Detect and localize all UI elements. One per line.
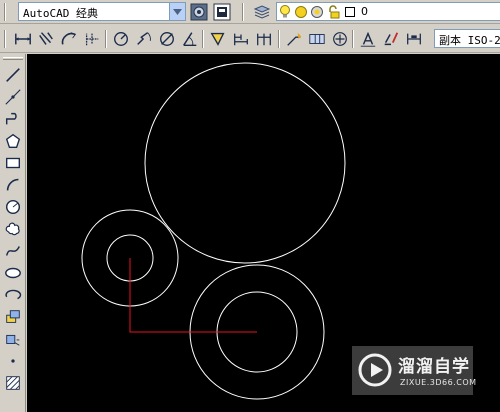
- revision-cloud-icon[interactable]: [3, 219, 23, 239]
- workspaces-toolbar: AutoCAD 经典 0: [0, 0, 500, 24]
- circle-icon[interactable]: [3, 197, 23, 217]
- arc-icon[interactable]: [3, 175, 23, 195]
- watermark-logo: 溜溜自学 ZIXUE.3D66.COM: [352, 346, 476, 395]
- polyline-icon[interactable]: [3, 109, 23, 129]
- rectangle-icon[interactable]: [3, 153, 23, 173]
- large-circle[interactable]: [144, 62, 346, 264]
- polygon-icon[interactable]: [3, 131, 23, 151]
- dimension-toolbar: 副本 ISO-25: [0, 25, 500, 53]
- radius-dim-icon[interactable]: [110, 28, 131, 49]
- dimedit-icon[interactable]: [357, 28, 378, 49]
- lock-open-icon[interactable]: [327, 5, 341, 22]
- ordinate-dim-icon[interactable]: [81, 28, 102, 49]
- tolerance-icon[interactable]: [306, 28, 327, 49]
- insert-block-icon[interactable]: [3, 307, 23, 327]
- dropdown-arrow-icon[interactable]: [169, 3, 185, 20]
- make-block-icon[interactable]: [3, 329, 23, 349]
- quick-leader-icon[interactable]: [283, 28, 304, 49]
- baseline-dim-icon[interactable]: [230, 28, 251, 49]
- draw-toolbar: [0, 54, 26, 412]
- dimtedit-icon[interactable]: [380, 28, 401, 49]
- linear-dim-icon[interactable]: [12, 28, 33, 49]
- ellipse-icon[interactable]: [3, 263, 23, 283]
- hatch-icon[interactable]: [3, 373, 23, 393]
- dim-style-value: 副本 ISO-25: [439, 34, 500, 47]
- toolbar-grip[interactable]: [4, 3, 6, 21]
- color-swatch-icon[interactable]: [345, 7, 355, 20]
- layer-manager-icon[interactable]: [252, 2, 272, 22]
- red-construction-line[interactable]: [129, 258, 257, 333]
- lightbulb-on-icon[interactable]: [279, 5, 291, 22]
- workspace-settings-icon[interactable]: [189, 2, 209, 22]
- arc-length-icon[interactable]: [58, 28, 79, 49]
- construction-line-icon[interactable]: [3, 87, 23, 107]
- dim-update-icon[interactable]: [403, 28, 424, 49]
- toolbar-grip[interactable]: [3, 57, 23, 60]
- sun-freeze-icon[interactable]: [294, 5, 308, 22]
- watermark-title: 溜溜自学: [398, 357, 470, 377]
- watermark-url: ZIXUE.3D66.COM: [400, 378, 477, 387]
- point-icon[interactable]: [3, 351, 23, 371]
- dim-style-dropdown[interactable]: 副本 ISO-25: [434, 29, 500, 48]
- current-layer-name: 0: [361, 5, 368, 18]
- spline-icon[interactable]: [3, 241, 23, 261]
- workspace-dropdown[interactable]: AutoCAD 经典: [18, 2, 186, 21]
- workspace-dropdown-value: AutoCAD 经典: [23, 7, 98, 20]
- layer-dropdown[interactable]: 0: [276, 2, 500, 21]
- customize-icon[interactable]: [212, 2, 232, 22]
- line-icon[interactable]: [3, 65, 23, 85]
- quick-dim-icon[interactable]: [207, 28, 228, 49]
- play-logo-icon: [358, 353, 392, 387]
- angular-dim-icon[interactable]: [179, 28, 200, 49]
- diameter-dim-icon[interactable]: [156, 28, 177, 49]
- aligned-dim-icon[interactable]: [35, 28, 56, 49]
- jogged-dim-icon[interactable]: [133, 28, 154, 49]
- sun-viewport-icon[interactable]: [310, 5, 324, 22]
- center-mark-icon[interactable]: [329, 28, 350, 49]
- toolbar-grip[interactable]: [4, 30, 6, 48]
- ellipse-arc-icon[interactable]: [3, 285, 23, 305]
- continue-dim-icon[interactable]: [253, 28, 274, 49]
